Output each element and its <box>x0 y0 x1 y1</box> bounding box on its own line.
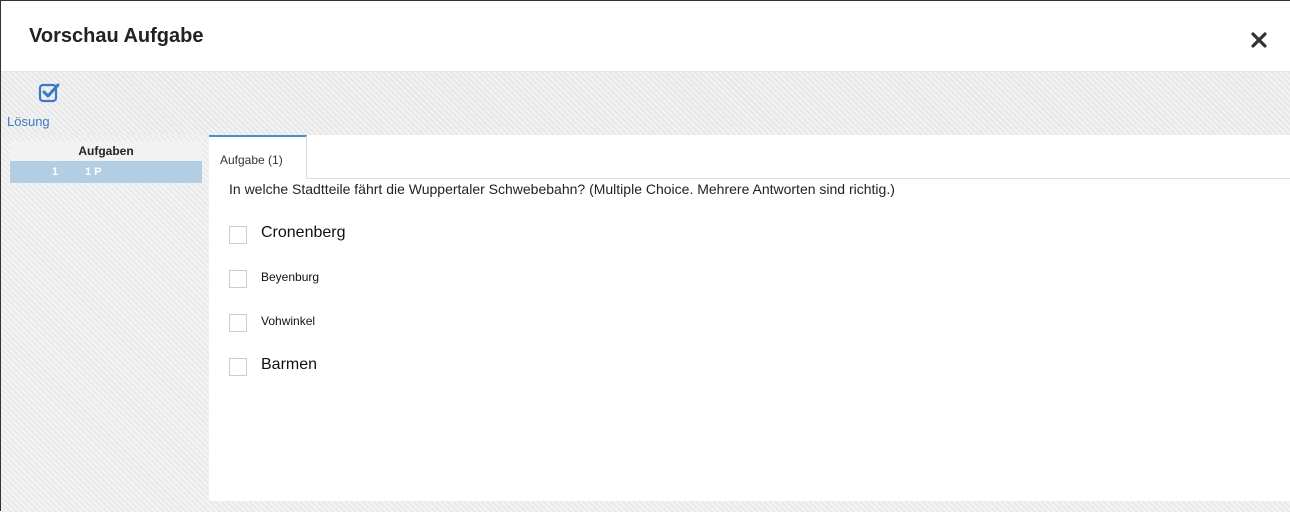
tasks-panel-header: Aufgaben <box>10 141 202 161</box>
checkbox-checked-icon <box>38 83 60 103</box>
solution-label: Lösung <box>7 114 50 129</box>
answer-label: Cronenberg <box>261 224 346 241</box>
task-number: 1 <box>52 166 59 178</box>
close-icon <box>1251 32 1267 48</box>
answer-checkbox[interactable] <box>229 270 247 288</box>
dialog-header: Vorschau Aufgabe <box>1 1 1290 72</box>
tasks-panel: Aufgaben 1 1 P <box>10 141 202 183</box>
tab-divider <box>307 178 1290 179</box>
answer-checkbox[interactable] <box>229 358 247 376</box>
close-button[interactable] <box>1250 31 1268 49</box>
dialog-title: Vorschau Aufgabe <box>29 25 204 47</box>
solution-button[interactable]: Lösung <box>7 82 63 129</box>
tab-label: Aufgabe (1) <box>220 153 283 167</box>
answer-checkbox[interactable] <box>229 314 247 332</box>
answer-label: Vohwinkel <box>261 314 316 328</box>
preview-dialog: Vorschau Aufgabe Lösung Aufgaben 1 1 P A… <box>0 0 1290 512</box>
content-area: Aufgaben 1 1 P Aufgabe (1) In welche Sta… <box>1 135 1290 512</box>
task-list-item[interactable]: 1 1 P <box>10 161 202 183</box>
answer-label: Barmen <box>261 356 318 373</box>
answer-label: Beyenburg <box>261 270 320 284</box>
task-points: 1 P <box>85 166 102 178</box>
question-text: In welche Stadtteile fährt die Wuppertal… <box>229 181 895 197</box>
toolbar: Lösung <box>1 72 1290 135</box>
answer-checkbox[interactable] <box>229 226 247 244</box>
task-main-panel: Aufgabe (1) In welche Stadtteile fährt d… <box>209 135 1290 501</box>
tab-aufgabe-1[interactable]: Aufgabe (1) <box>209 135 307 179</box>
